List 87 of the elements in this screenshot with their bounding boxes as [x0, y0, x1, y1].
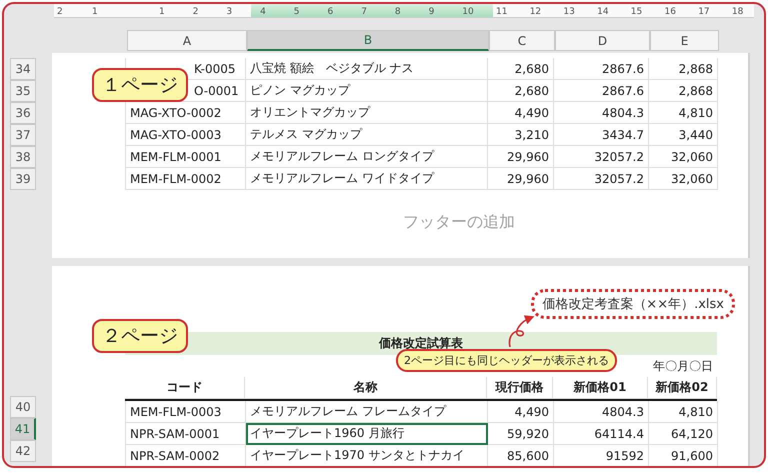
table-cell: 4,490 [488, 401, 554, 423]
table-cell: 4804.3 [554, 401, 649, 423]
table-cell: 2,680 [488, 58, 554, 80]
table-cell: 八宝焼 額絵 ベジタブル ナス [246, 58, 488, 80]
table-cell: MAG-XTO-0003 [126, 124, 246, 146]
table-cell: 59,920 [488, 423, 554, 445]
table-cell: 32057.2 [554, 146, 649, 168]
table-cell: 64114.4 [554, 423, 649, 445]
ruler-number: 16 [664, 7, 676, 17]
column-heading: 現行価格 [487, 377, 553, 399]
table-cell: 64,120 [649, 423, 718, 445]
table-cell: 2867.6 [554, 58, 649, 80]
table-cell: 29,960 [488, 168, 554, 190]
curved-arrow [508, 316, 534, 348]
table-cell: 3,210 [488, 124, 554, 146]
table-cell: オリエントマグカップ [246, 102, 488, 124]
table-cell: 91592 [554, 445, 649, 466]
table-cell: MEM-FLM-0002 [126, 168, 246, 190]
table-cell: MEM-FLM-0001 [126, 146, 246, 168]
ruler-number: 11 [496, 7, 508, 17]
row-header[interactable]: 34 [10, 58, 36, 80]
ruler-number: 15 [630, 7, 642, 17]
ruler-number: 18 [732, 7, 744, 17]
ruler-number: 10 [462, 7, 474, 17]
column-heading: 名称 [245, 377, 487, 399]
table-cell: MEM-FLM-0003 [126, 401, 246, 423]
table-cell: 3,440 [649, 124, 718, 146]
column-heading: 新価格02 [648, 377, 717, 399]
table-cell: 2,868 [649, 80, 718, 102]
table-cell: 32057.2 [554, 168, 649, 190]
table-cell: メモリアルフレーム フレームタイプ [246, 401, 488, 423]
table-cell: 2867.6 [554, 80, 649, 102]
column-header[interactable]: B [247, 30, 489, 51]
table-cell: メモリアルフレーム ワイドタイプ [246, 168, 488, 190]
row-header[interactable]: 41 [10, 418, 36, 440]
row-header[interactable]: 39 [10, 168, 36, 190]
table-cell: 4804.3 [554, 102, 649, 124]
table-cell: NPR-SAM-0002 [126, 445, 246, 466]
column-header[interactable]: E [650, 30, 719, 51]
ruler-number: 2 [192, 7, 198, 17]
ruler-number: 6 [328, 7, 334, 17]
date-text: 年〇月〇日 [653, 358, 714, 374]
column-header[interactable]: C [489, 30, 555, 51]
table-cell: 2,680 [488, 80, 554, 102]
ruler-number: 8 [394, 7, 401, 17]
header-text: 価格改定考査案（××年）.xlsx [531, 289, 735, 319]
table-cell: メモリアルフレーム ロングタイプ [246, 146, 488, 168]
ruler-number: 4 [260, 7, 266, 17]
table-cell: 4,810 [649, 102, 718, 124]
row-header[interactable]: 35 [10, 80, 36, 102]
table-cell: 32,060 [649, 146, 718, 168]
column-header[interactable]: A [127, 30, 247, 51]
ruler-number: 1 [159, 7, 165, 17]
table-cell: 4,810 [649, 401, 718, 423]
table-cell: 29,960 [488, 146, 554, 168]
ruler-number: 17 [698, 7, 710, 17]
table-cell: NPR-SAM-0001 [126, 423, 246, 445]
page-callout: ２ページ [92, 319, 188, 353]
row-header[interactable]: 36 [10, 102, 36, 124]
table-cell: イヤープレート1960 月旅行 [246, 423, 488, 445]
page-callout: １ページ [92, 68, 188, 102]
column-heading: 新価格01 [553, 377, 648, 399]
ruler-number: 2 [57, 7, 63, 17]
note-callout: 2ページ目にも同じヘッダーが表示される [396, 349, 617, 372]
row-header[interactable]: 38 [10, 146, 36, 168]
table-cell: 4,490 [488, 102, 554, 124]
row-header[interactable]: 37 [10, 124, 36, 146]
table-cell: イヤープレート1970 サンタとトナカイ [246, 445, 488, 466]
row-header[interactable]: 40 [10, 396, 36, 418]
column-header[interactable]: D [555, 30, 650, 51]
table-cell: 32,060 [649, 168, 718, 190]
ruler-number: 5 [294, 7, 300, 17]
table-cell: 91,600 [649, 445, 718, 466]
table-cell: テルメス マグカップ [246, 124, 488, 146]
ruler-number: 3 [226, 7, 232, 17]
table-cell: ピノン マグカップ [246, 80, 488, 102]
table-cell: 3434.7 [554, 124, 649, 146]
table-cell: 2,868 [649, 58, 718, 80]
ruler-number: 13 [563, 7, 575, 17]
column-heading: コード [125, 377, 245, 399]
table-cell: 85,600 [488, 445, 554, 466]
ruler-number: 7 [361, 7, 367, 17]
ruler-number: 1 [92, 7, 98, 17]
ruler-number: 9 [428, 7, 434, 17]
row-header[interactable]: 42 [10, 440, 36, 462]
ruler-number: 14 [597, 7, 609, 17]
ruler-number: 12 [530, 7, 542, 17]
